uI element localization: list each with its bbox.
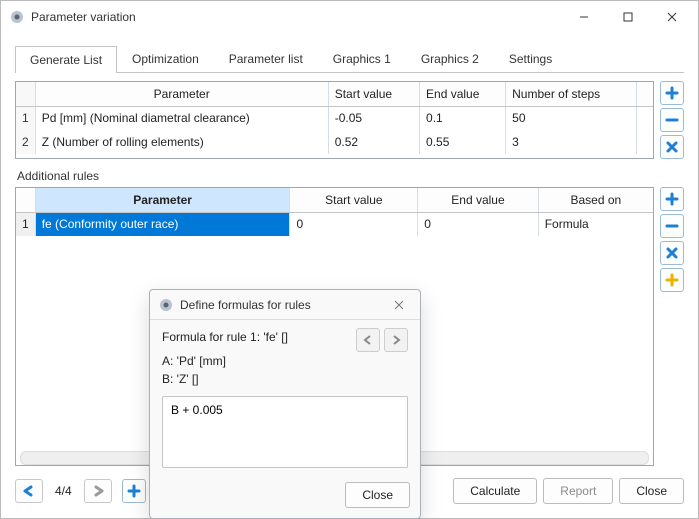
cell-param[interactable]: Pd [mm] (Nominal diametral clearance) xyxy=(35,106,328,130)
col-idx xyxy=(16,82,35,106)
col-addl-end: End value xyxy=(418,188,538,212)
page-indicator: 4/4 xyxy=(49,484,78,498)
tab-settings[interactable]: Settings xyxy=(494,45,567,72)
app-icon xyxy=(9,9,25,25)
table-row[interactable]: 2 Z (Number of rolling elements) 0.52 0.… xyxy=(16,130,653,154)
tab-graphics-1[interactable]: Graphics 1 xyxy=(318,45,406,72)
col-parameter: Parameter xyxy=(35,82,328,106)
formula-var-b: B: 'Z' [] xyxy=(162,372,408,386)
additional-rules-label: Additional rules xyxy=(17,169,684,183)
cell-start[interactable]: 0.52 xyxy=(328,130,419,154)
add-rule-button[interactable] xyxy=(660,187,684,211)
tab-parameter-list[interactable]: Parameter list xyxy=(214,45,318,72)
cell-start[interactable]: -0.05 xyxy=(328,106,419,130)
cell-steps[interactable]: 50 xyxy=(506,106,637,130)
row-idx: 1 xyxy=(16,212,35,236)
page-prev-button[interactable] xyxy=(15,479,43,503)
window-close-button[interactable] xyxy=(650,2,694,32)
tab-optimization[interactable]: Optimization xyxy=(117,45,214,72)
cell-param[interactable]: fe (Conformity outer race) xyxy=(35,212,290,236)
param-side-buttons xyxy=(660,81,684,159)
prev-rule-button[interactable] xyxy=(356,328,380,352)
col-addl-based: Based on xyxy=(538,188,653,212)
cell-steps[interactable]: 3 xyxy=(506,130,637,154)
col-end: End value xyxy=(420,82,506,106)
app-icon xyxy=(158,297,174,313)
cell-end[interactable]: 0 xyxy=(418,212,538,236)
cell-based[interactable]: Formula xyxy=(538,212,653,236)
param-block: Parameter Start value End value Number o… xyxy=(15,81,684,159)
dialog-title: Define formulas for rules xyxy=(180,298,394,312)
cell-end[interactable]: 0.1 xyxy=(420,106,506,130)
window-title: Parameter variation xyxy=(31,10,562,24)
table-row[interactable]: 1 Pd [mm] (Nominal diametral clearance) … xyxy=(16,106,653,130)
col-spacer xyxy=(637,82,653,106)
col-steps: Number of steps xyxy=(506,82,637,106)
formula-input[interactable]: B + 0.005 xyxy=(162,396,408,468)
minimize-button[interactable] xyxy=(562,2,606,32)
content-area: Generate List Optimization Parameter lis… xyxy=(1,33,698,474)
parameter-variation-window: Parameter variation Generate List Optimi… xyxy=(0,0,699,519)
col-start: Start value xyxy=(328,82,419,106)
close-button[interactable]: Close xyxy=(619,478,684,504)
page-next-button[interactable] xyxy=(84,479,112,503)
define-formulas-dialog: Define formulas for rules Formula for ru… xyxy=(149,289,421,519)
add-variant-button[interactable] xyxy=(122,479,146,503)
col-addl-parameter: Parameter xyxy=(35,188,290,212)
dialog-close-icon[interactable] xyxy=(394,300,414,310)
remove-rule-button[interactable] xyxy=(660,214,684,238)
formula-var-a: A: 'Pd' [mm] xyxy=(162,354,408,368)
calculate-button[interactable]: Calculate xyxy=(453,478,537,504)
clear-rules-button[interactable] xyxy=(660,241,684,265)
clear-params-button[interactable] xyxy=(660,135,684,159)
titlebar: Parameter variation xyxy=(1,1,698,33)
dialog-body: Formula for rule 1: 'fe' [] A: 'Pd' [mm]… xyxy=(150,320,420,474)
param-table: Parameter Start value End value Number o… xyxy=(15,81,654,159)
tab-bar: Generate List Optimization Parameter lis… xyxy=(15,45,684,73)
col-addl-start: Start value xyxy=(290,188,418,212)
cell-end[interactable]: 0.55 xyxy=(420,130,506,154)
report-button[interactable]: Report xyxy=(543,478,613,504)
tab-graphics-2[interactable]: Graphics 2 xyxy=(406,45,494,72)
maximize-button[interactable] xyxy=(606,2,650,32)
next-rule-button[interactable] xyxy=(384,328,408,352)
cell-param[interactable]: Z (Number of rolling elements) xyxy=(35,130,328,154)
dialog-titlebar: Define formulas for rules xyxy=(150,290,420,320)
row-idx: 1 xyxy=(16,106,35,130)
dialog-close-button[interactable]: Close xyxy=(345,482,410,508)
tab-generate-list[interactable]: Generate List xyxy=(15,46,117,73)
row-idx: 2 xyxy=(16,130,35,154)
addl-side-buttons xyxy=(660,187,684,466)
cell-start[interactable]: 0 xyxy=(290,212,418,236)
edit-rule-button[interactable] xyxy=(660,268,684,292)
remove-param-button[interactable] xyxy=(660,108,684,132)
add-param-button[interactable] xyxy=(660,81,684,105)
table-row[interactable]: 1 fe (Conformity outer race) 0 0 Formula xyxy=(16,212,653,236)
